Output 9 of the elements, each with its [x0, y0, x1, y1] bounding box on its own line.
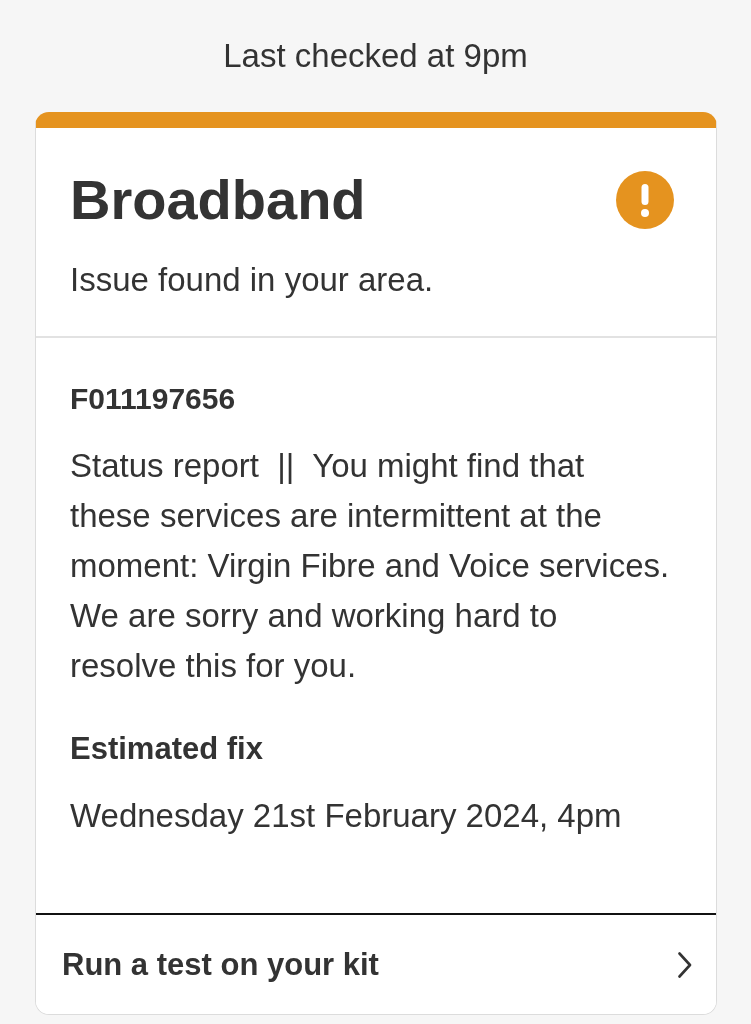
estimated-fix-time: Wednesday 21st February 2024, 4pm — [70, 796, 622, 836]
last-checked-text: Last checked at 9pm — [223, 36, 528, 76]
status-message: Status report || You might find that these services are intermittent at the moment: Virgin Fibre and Voice services. We are sorry and working hard to resolve this for you. — [70, 446, 670, 686]
status-summary: Issue found in your area. — [70, 260, 434, 300]
alert-icon — [616, 171, 674, 229]
reference-number: F011197656 — [70, 381, 236, 417]
card-title: Broadband — [70, 169, 366, 231]
estimated-fix-heading: Estimated fix — [70, 730, 263, 768]
chevron-right-icon — [678, 951, 692, 978]
